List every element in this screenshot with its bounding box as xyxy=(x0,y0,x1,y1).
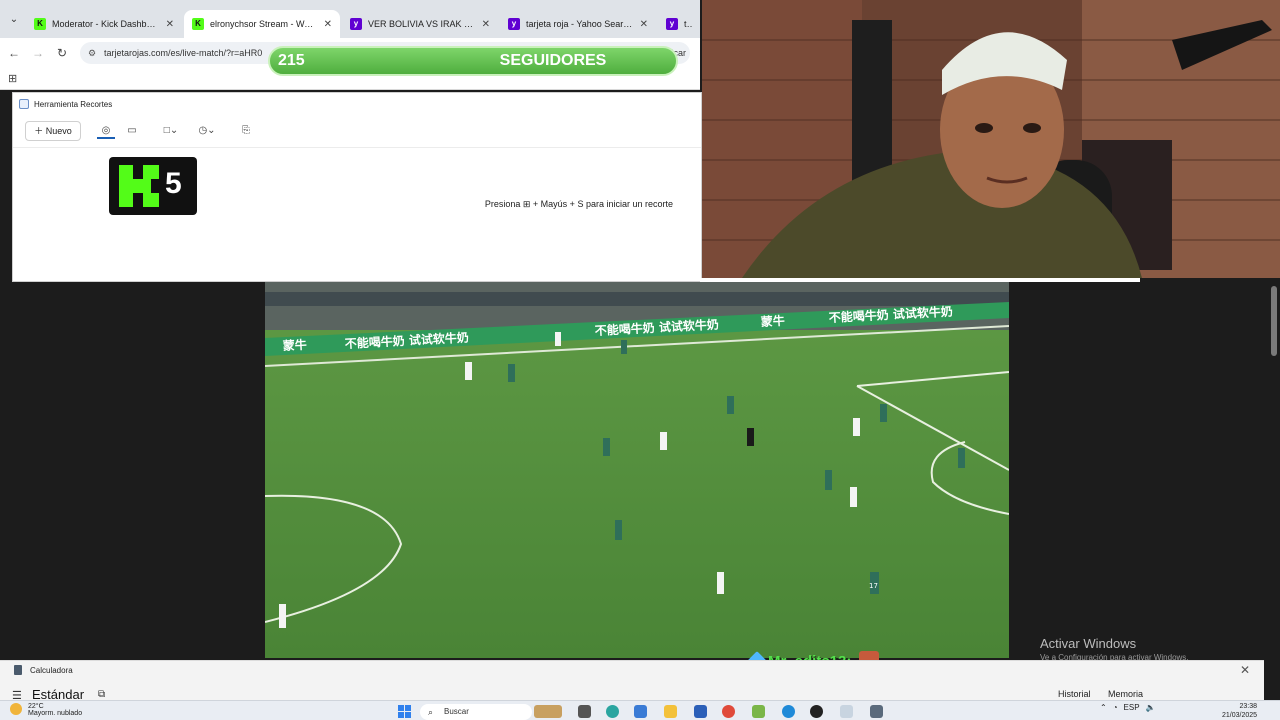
language-indicator[interactable]: ESP xyxy=(1124,703,1140,712)
kick-icon: K xyxy=(34,18,46,30)
new-snip-button[interactable]: ＋ Nuevo xyxy=(25,121,81,141)
tab-label: VER BOLIVIA VS IRAK - Yahoo Search xyxy=(368,19,476,29)
reload-icon[interactable]: ↻ xyxy=(54,45,70,61)
search-placeholder: Buscar xyxy=(444,707,469,716)
tab-label: tarjeta xyxy=(684,19,692,29)
webcam-scene xyxy=(702,0,1280,278)
forward-arrow-icon[interactable]: → xyxy=(30,45,46,61)
calculator-title: Calculadora xyxy=(30,665,73,675)
calculator-window: Calculadora ☰ Estándar ⧉ Historial Memor… xyxy=(0,660,1264,702)
player-number: 17 xyxy=(869,582,878,590)
close-tab-icon[interactable]: ✕ xyxy=(640,19,648,30)
close-tab-icon[interactable]: ✕ xyxy=(324,19,332,30)
copilot-icon[interactable] xyxy=(634,705,647,718)
system-tray: ⌃ ◔ ESP 🔈 xyxy=(1100,703,1156,712)
yahoo-icon: y xyxy=(508,18,520,30)
snipping-tool-title: Herramienta Recortes xyxy=(34,99,113,109)
logo-number: 5 xyxy=(165,167,182,200)
clock-date: 21/03/2025 xyxy=(1222,712,1258,719)
webcam-feed xyxy=(702,0,1280,278)
followers-goal-bar: 215 SEGUIDORES xyxy=(268,46,678,76)
tab-label: Moderator - Kick Dashboard xyxy=(52,19,160,29)
scrollbar-thumb[interactable] xyxy=(1271,286,1277,356)
tab-kick-dashboard[interactable]: K Moderator - Kick Dashboard ✕ xyxy=(26,10,182,38)
match-video[interactable]: 蒙牛 不能喝牛奶 试试软牛奶 不能喝牛奶 试试软牛奶 蒙牛 不能喝牛奶 试试软牛… xyxy=(265,282,1009,658)
chevron-up-icon[interactable]: ⌃ xyxy=(1100,703,1107,712)
news-widget-icon[interactable] xyxy=(534,705,562,718)
calculator-taskbar-icon[interactable] xyxy=(870,705,883,718)
clock-time: 23:38 xyxy=(1239,703,1258,710)
file-explorer-icon[interactable] xyxy=(664,705,677,718)
search-icon: ⌕ xyxy=(428,707,434,717)
weather-icon xyxy=(10,703,22,715)
back-arrow-icon[interactable]: ← xyxy=(6,45,22,61)
tab-stream-watch-live[interactable]: K elronychsor Stream - Watch Live ✕ xyxy=(184,10,340,38)
edge-browser-icon[interactable] xyxy=(606,705,619,718)
kick-icon: K xyxy=(192,18,204,30)
followers-label: SEGUIDORES xyxy=(499,52,607,69)
windows-taskbar: 22°C Mayorm. nublado ⌕ Buscar ⌃ ◔ ESP 🔈 … xyxy=(0,700,1280,720)
task-view-icon[interactable] xyxy=(578,705,591,718)
store-icon[interactable] xyxy=(694,705,707,718)
toolbar-divider xyxy=(13,147,701,148)
obs-icon[interactable] xyxy=(810,705,823,718)
taskbar-clock[interactable]: 23:38 21/03/2025 xyxy=(1222,702,1257,720)
snipping-tool-taskbar-icon[interactable] xyxy=(840,705,853,718)
network-icon[interactable]: ◔ xyxy=(1113,703,1118,712)
close-icon[interactable]: ✕ xyxy=(1240,663,1250,677)
minecraft-icon[interactable] xyxy=(752,705,765,718)
apps-grid-icon[interactable]: ⊞ xyxy=(8,72,17,85)
kick-logo-badge: 5 xyxy=(109,157,197,215)
text-actions-icon[interactable]: ⎘ xyxy=(237,123,255,139)
browser-tab-bar: ⌄ K Moderator - Kick Dashboard ✕ K elron… xyxy=(0,0,700,38)
snipping-tool-titlebar: Herramienta Recortes xyxy=(19,99,112,109)
tab-tarjeta[interactable]: y tarjeta xyxy=(658,10,700,38)
plus-icon: ＋ xyxy=(34,126,46,136)
site-info-icon[interactable]: ⚙ xyxy=(88,42,96,64)
windows-start-icon[interactable] xyxy=(398,705,412,719)
url-text: tarjetarojas.com/es/live-match/?r=aHR0 xyxy=(104,48,263,58)
temperature: 22°C xyxy=(28,703,44,710)
snip-shape-dropdown-icon[interactable]: □⌄ xyxy=(159,123,183,139)
ad-brand-left: 蒙牛 xyxy=(282,337,307,353)
taskbar-search-box[interactable]: ⌕ Buscar xyxy=(420,704,532,720)
close-tab-icon[interactable]: ✕ xyxy=(166,19,174,30)
weather-description: Mayorm. nublado xyxy=(28,710,83,717)
kick-logo-icon xyxy=(119,165,159,207)
browser-app-icon[interactable] xyxy=(782,705,795,718)
tab-ver-bolivia-vs-irak[interactable]: y VER BOLIVIA VS IRAK - Yahoo Search ✕ xyxy=(342,10,498,38)
history-tab[interactable]: Historial xyxy=(1058,689,1091,699)
yahoo-icon: y xyxy=(350,18,362,30)
tab-list-chevron-icon[interactable]: ⌄ xyxy=(6,12,22,28)
calculator-icon xyxy=(14,665,22,675)
activate-windows-title: Activar Windows xyxy=(1040,636,1137,651)
snipping-tool-icon xyxy=(19,99,29,109)
tab-label: tarjeta roja - Yahoo Search Tus xyxy=(526,19,634,29)
video-mode-icon[interactable]: ▭ xyxy=(123,123,141,139)
delay-timer-dropdown-icon[interactable]: ◷⌄ xyxy=(195,123,219,139)
screenshot-mode-icon[interactable]: ◎ xyxy=(97,123,115,139)
yahoo-icon: y xyxy=(666,18,678,30)
memory-tab[interactable]: Memoria xyxy=(1108,689,1143,699)
weather-widget[interactable]: 22°C Mayorm. nublado xyxy=(10,703,82,717)
new-snip-label: Nuevo xyxy=(45,126,72,136)
ad-brand-right: 蒙牛 xyxy=(760,313,785,329)
snipping-tool-window: Herramienta Recortes ＋ Nuevo ◎ ▭ □⌄ ◷⌄ ⎘… xyxy=(12,92,702,282)
tab-label: elronychsor Stream - Watch Live xyxy=(210,19,318,29)
tab-tarjeta-roja-search[interactable]: y tarjeta roja - Yahoo Search Tus ✕ xyxy=(500,10,656,38)
close-tab-icon[interactable]: ✕ xyxy=(482,19,490,30)
football-pitch: 蒙牛 不能喝牛奶 试试软牛奶 不能喝牛奶 试试软牛奶 蒙牛 不能喝牛奶 试试软牛… xyxy=(265,282,1009,658)
snip-shortcut-hint: Presiona ⊞ + Mayús + S para iniciar un r… xyxy=(484,199,673,209)
calculator-titlebar: Calculadora xyxy=(14,665,73,675)
volume-icon[interactable]: 🔈 xyxy=(1146,703,1156,712)
chrome-icon[interactable] xyxy=(722,705,735,718)
keep-on-top-icon[interactable]: ⧉ xyxy=(98,689,105,700)
